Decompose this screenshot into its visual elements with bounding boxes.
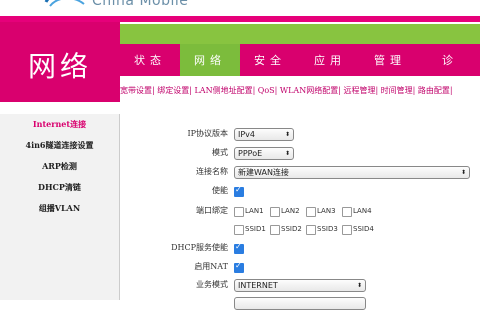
nat-row: 启用NAT	[120, 259, 480, 275]
ip-version-label: IP协议版本	[187, 129, 228, 138]
section-title: 网络	[0, 22, 120, 102]
ssid1-label: SSID1	[245, 225, 266, 233]
ssid1-checkbox[interactable]	[234, 225, 244, 235]
sub-navigation[interactable]: 宽带设置| 绑定设置| LAN侧地址配置| QoS| WLAN网络配置| 远程管…	[120, 76, 480, 103]
ssid2-checkbox[interactable]	[270, 225, 280, 235]
ip-version-select[interactable]: IPv4 ⬍	[234, 128, 294, 141]
mode-value: PPPoE	[238, 149, 263, 158]
port-bind-row: 端口绑定 LAN1 LAN2 LAN3 LAN4	[120, 203, 480, 219]
lan2-checkbox[interactable]	[270, 207, 280, 217]
mode-row: 模式 PPPoE ⬍	[120, 145, 480, 161]
lan1-checkbox[interactable]	[234, 207, 244, 217]
ssid3-checkbox[interactable]	[306, 225, 316, 235]
header-green-strip	[120, 24, 480, 44]
dhcp-row: DHCP服务使能	[120, 240, 480, 256]
enable-checkbox[interactable]	[234, 185, 244, 197]
service-mode-row: 业务模式 INTERNET ⬍	[120, 277, 480, 293]
lan2-label: LAN2	[281, 207, 300, 215]
partial-select[interactable]	[234, 297, 366, 310]
tab-status[interactable]: 状态	[120, 44, 180, 76]
sidebar-item-4in6[interactable]: 4in6隧道连接设置	[0, 135, 119, 156]
ssid3-label: SSID3	[317, 225, 338, 233]
ip-version-value: IPv4	[238, 130, 256, 139]
enable-row: 使能	[120, 183, 480, 199]
conn-name-row: 连接名称 新建WAN连接 ⬍	[120, 164, 480, 180]
sidebar-item-arp[interactable]: ARP检测	[0, 156, 119, 177]
sidebar-header-gap	[0, 102, 120, 114]
lan4-label: LAN4	[353, 207, 372, 215]
conn-name-select[interactable]: 新建WAN连接 ⬍	[234, 166, 470, 179]
tab-application[interactable]: 应用	[300, 44, 360, 76]
main-content: IP协议版本 IPv4 ⬍ 模式 PPPoE ⬍ 连接名称 新建WAN连接 ⬍ …	[120, 102, 480, 310]
dhcp-label: DHCP服务使能	[171, 243, 228, 252]
tab-network[interactable]: 网络	[180, 44, 240, 76]
ip-version-row: IP协议版本 IPv4 ⬍	[120, 126, 480, 142]
nat-checkbox[interactable]	[234, 261, 244, 273]
service-mode-label: 业务模式	[196, 280, 228, 289]
service-mode-value: INTERNET	[238, 281, 278, 290]
select-arrows-icon: ⬍	[284, 150, 290, 157]
conn-name-label: 连接名称	[196, 167, 228, 176]
lan4-checkbox[interactable]	[342, 207, 352, 217]
ssid4-checkbox[interactable]	[342, 225, 352, 235]
sidebar: Internet连接 4in6隧道连接设置 ARP检测 DHCP清链 组播VLA…	[0, 114, 120, 300]
tab-security[interactable]: 安全	[240, 44, 300, 76]
sidebar-item-dhcp[interactable]: DHCP清链	[0, 177, 119, 198]
lan3-label: LAN3	[317, 207, 336, 215]
conn-name-value: 新建WAN连接	[238, 168, 289, 177]
lan1-label: LAN1	[245, 207, 264, 215]
select-arrows-icon: ⬍	[460, 169, 466, 176]
mode-select[interactable]: PPPoE ⬍	[234, 147, 294, 160]
select-arrows-icon: ⬍	[356, 282, 362, 289]
nat-label: 启用NAT	[194, 262, 228, 271]
tab-diagnostics[interactable]: 诊	[420, 44, 480, 76]
ssid-bind-row: SSID1 SSID2 SSID3 SSID4	[120, 221, 480, 237]
main-nav: 状态 网络 安全 应用 管理 诊	[120, 44, 480, 76]
sidebar-item-multicast-vlan[interactable]: 组播VLAN	[0, 198, 119, 219]
sidebar-item-internet[interactable]: Internet连接	[0, 114, 119, 135]
top-header: China Mobile	[0, 0, 480, 16]
dhcp-checkbox[interactable]	[234, 242, 244, 254]
tab-management[interactable]: 管理	[360, 44, 420, 76]
ssid2-label: SSID2	[281, 225, 302, 233]
china-mobile-logo-icon	[44, 0, 85, 7]
mode-label: 模式	[212, 148, 228, 157]
select-arrows-icon: ⬍	[284, 131, 290, 138]
enable-label: 使能	[212, 186, 228, 195]
service-mode-select[interactable]: INTERNET ⬍	[234, 279, 366, 292]
port-bind-label: 端口绑定	[196, 206, 228, 215]
brand-logo-text: China Mobile	[92, 0, 189, 9]
lan3-checkbox[interactable]	[306, 207, 316, 217]
ssid4-label: SSID4	[353, 225, 374, 233]
next-row-partial	[120, 295, 480, 311]
